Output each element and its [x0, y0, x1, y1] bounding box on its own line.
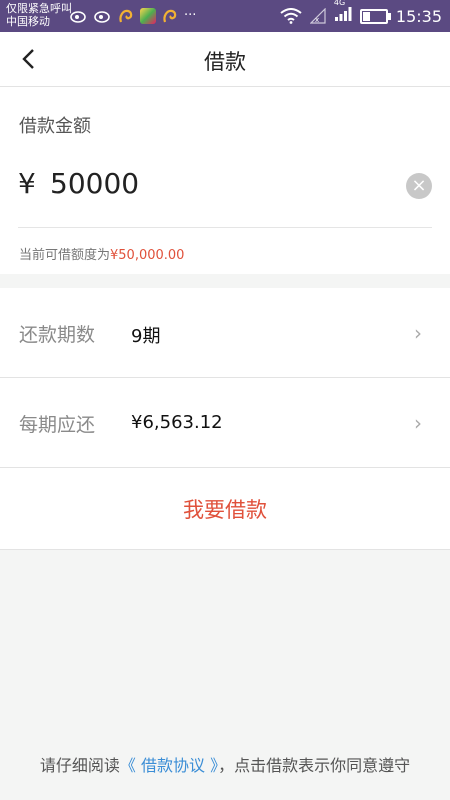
term-value: 9期: [131, 326, 161, 347]
squirrel-icon: [163, 9, 177, 23]
agreement-prefix: 请仔细阅读: [39, 756, 120, 775]
weibo-icon: [94, 11, 110, 23]
more-icon: ···: [184, 8, 197, 23]
amount-section: 借款金额 ¥ × 当前可借额度为¥50,000.00: [0, 87, 450, 274]
currency-symbol: ¥: [18, 167, 36, 200]
agreement-link[interactable]: 《 借款协议 》: [120, 756, 218, 775]
system-icons: x 4G 15:35: [280, 0, 442, 27]
page-title: 借款: [204, 50, 246, 74]
network-type: 4G: [334, 0, 352, 26]
amount-input-row: ¥ ×: [18, 161, 432, 228]
wifi-icon: [280, 8, 302, 24]
limit-value: ¥50,000.00: [110, 248, 185, 263]
signal-icon: x: [309, 8, 326, 24]
svg-text:x: x: [315, 16, 319, 24]
amount-label: 借款金额: [19, 116, 91, 137]
per-period-row[interactable]: 每期应还 ¥6,563.12 ›: [0, 378, 450, 468]
battery-icon: [359, 8, 391, 24]
clear-icon[interactable]: ×: [406, 173, 432, 199]
term-label: 还款期数: [19, 324, 96, 346]
status-bar: 仅限紧急呼叫 中国移动 ··· x 4G 15:35: [0, 0, 450, 32]
amount-input[interactable]: [50, 161, 380, 205]
carrier-line-1: 仅限紧急呼叫: [6, 2, 72, 15]
agreement-suffix: ，点击借款表示你同意遵守: [218, 756, 411, 775]
available-limit: 当前可借额度为¥50,000.00: [19, 244, 184, 263]
notification-icons: ···: [70, 7, 196, 25]
nav-bar: 借款: [0, 32, 450, 87]
agreement-notice: 请仔细阅读《 借款协议 》，点击借款表示你同意遵守: [0, 752, 450, 776]
app-icon: [140, 8, 156, 24]
borrow-button-label: 我要借款: [183, 497, 267, 522]
carrier-line-2: 中国移动: [6, 15, 50, 28]
signal-icon: [334, 7, 352, 21]
borrow-button[interactable]: 我要借款: [0, 468, 450, 550]
back-button[interactable]: [12, 43, 44, 75]
carrier-info: 仅限紧急呼叫 中国移动: [6, 2, 72, 28]
per-period-label: 每期应还: [19, 414, 96, 436]
chevron-right-icon: ›: [414, 321, 422, 345]
term-row[interactable]: 还款期数 9期 ›: [0, 288, 450, 378]
limit-prefix: 当前可借额度为: [19, 248, 111, 263]
weibo-icon: [70, 11, 86, 23]
per-period-value: ¥6,563.12: [131, 412, 223, 433]
clock: 15:35: [395, 6, 442, 26]
squirrel-icon: [119, 9, 133, 23]
loan-options: 还款期数 9期 › 每期应还 ¥6,563.12 ›: [0, 288, 450, 468]
chevron-right-icon: ›: [414, 411, 422, 435]
back-arrow-icon: [22, 49, 34, 69]
